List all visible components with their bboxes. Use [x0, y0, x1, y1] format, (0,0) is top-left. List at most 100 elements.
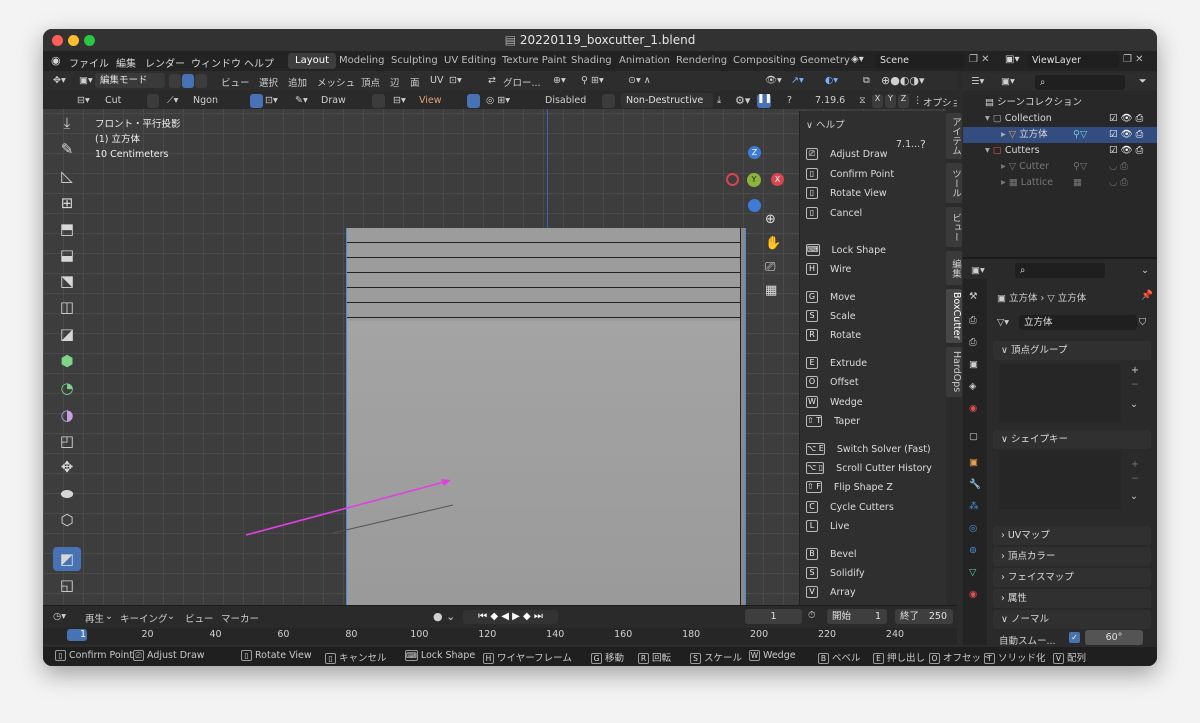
- inset-icon[interactable]: ⬓: [53, 243, 81, 267]
- output-tab-icon[interactable]: ⎙: [969, 337, 977, 348]
- end-frame-field[interactable]: 終了 250: [895, 609, 953, 624]
- origin-icon[interactable]: ⊡▾: [265, 95, 278, 106]
- cut-toggle-icon[interactable]: [147, 94, 159, 108]
- gizmo-z-axis[interactable]: Z: [748, 146, 761, 159]
- scene-tab-icon[interactable]: ◈: [969, 381, 976, 392]
- tab-compositing[interactable]: Compositing: [726, 53, 803, 69]
- outliner-row-cutter[interactable]: ▸ ▽ Cutter ⚲▽ ◡ ⎙: [963, 159, 1157, 175]
- visibility-checkbox[interactable]: ☑ 👁 ⎙: [1109, 111, 1143, 127]
- edge-slide-icon[interactable]: ◰: [53, 429, 81, 453]
- snap-icon[interactable]: ⚲ ⊞▾: [581, 75, 604, 86]
- scene-collection-row[interactable]: ▤ シーンコレクション: [985, 95, 1157, 111]
- tab-animation[interactable]: Animation: [612, 53, 677, 69]
- pivot-icon[interactable]: ⊕▾: [553, 75, 566, 86]
- tab-rendering[interactable]: Rendering: [669, 53, 734, 69]
- uv-sync-icon[interactable]: ⊡▾: [449, 75, 462, 86]
- blender-logo-icon[interactable]: ◉: [51, 54, 61, 67]
- proportional-edit-icon[interactable]: ⊙▾ ∧: [628, 75, 651, 86]
- constraints-tab-icon[interactable]: ⊚: [969, 545, 977, 556]
- draw-pen-icon[interactable]: ✎▾: [295, 95, 308, 106]
- shear-icon[interactable]: ⬬: [53, 482, 81, 506]
- object-tab-icon[interactable]: ▣: [969, 457, 978, 468]
- lattice-visibility-icons[interactable]: ◡ ⎙: [1109, 175, 1128, 191]
- download-icon[interactable]: ⤓: [717, 95, 721, 106]
- mesh-symmetry-icon[interactable]: ⋮: [913, 95, 923, 106]
- menu-edit[interactable]: 編集: [116, 55, 136, 70]
- hardops-tool-icon[interactable]: ◱: [53, 573, 81, 597]
- boolean-solver[interactable]: Disabled: [545, 95, 586, 106]
- loop-cut-icon[interactable]: ◫: [53, 295, 81, 319]
- playback-controls[interactable]: ⏮ ◆ ◀ ▶ ◆ ⏭: [463, 610, 558, 624]
- remove-shape-key-icon[interactable]: −: [1131, 473, 1139, 484]
- scene-icon[interactable]: ◈▾: [851, 54, 864, 65]
- menu-mesh[interactable]: メッシュ: [317, 75, 355, 89]
- options-menu[interactable]: オプション: [923, 95, 957, 109]
- shape-key-menu-icon[interactable]: ⌄: [1130, 491, 1138, 502]
- ngon-shape-icon[interactable]: ⟋▾: [167, 95, 178, 106]
- menu-add[interactable]: 追加: [288, 75, 307, 89]
- mode-selector[interactable]: 編集モード: [95, 73, 165, 88]
- tab-item[interactable]: アイテム: [946, 113, 962, 159]
- modifier-tab-icon[interactable]: 🔧: [969, 479, 981, 490]
- tab-uv-editing[interactable]: UV Editing: [437, 53, 503, 69]
- outliner-search-input[interactable]: ⌕: [1035, 75, 1125, 90]
- add-vertex-group-icon[interactable]: +: [1131, 365, 1139, 376]
- tab-hardops[interactable]: HardOps: [946, 347, 962, 397]
- destructive-mode-selector[interactable]: Non-Destructive: [621, 93, 713, 108]
- timeline-editor-icon[interactable]: ◷▾: [53, 611, 66, 622]
- particles-tab-icon[interactable]: ⁂: [969, 501, 979, 512]
- remove-vertex-group-icon[interactable]: −: [1131, 379, 1139, 390]
- align-mode[interactable]: View: [419, 95, 442, 106]
- menu-select[interactable]: 選択: [259, 75, 278, 89]
- help-circle-icon[interactable]: ?: [920, 138, 926, 151]
- mesh-datablock-icon[interactable]: ▽▾: [997, 317, 1009, 328]
- gizmo-toggle-icon[interactable]: ↗▾: [791, 75, 804, 86]
- vertex-group-menu-icon[interactable]: ⌄: [1130, 399, 1138, 410]
- camera-icon[interactable]: ⎚: [765, 260, 775, 275]
- shrink-fatten-icon[interactable]: ✥: [53, 455, 81, 479]
- ortho-grid-icon[interactable]: ▦: [765, 283, 777, 298]
- tab-geometry[interactable]: Geometry: [793, 53, 857, 69]
- grid-snap-icon[interactable]: [467, 94, 480, 108]
- shading-mode-icons[interactable]: ⊕●◐◑▾: [881, 74, 925, 87]
- section-shape-keys[interactable]: ∨ シェイプキー: [993, 430, 1151, 449]
- visibility-icon[interactable]: 👁▾: [765, 75, 782, 86]
- gizmo-x-axis[interactable]: X: [771, 173, 784, 186]
- align-icon[interactable]: ⊟▾: [393, 95, 406, 106]
- tab-texture-paint[interactable]: Texture Paint: [495, 53, 574, 69]
- tab-layout[interactable]: Layout: [288, 53, 336, 69]
- vertex-groups-list[interactable]: [999, 364, 1121, 422]
- render-tab-icon[interactable]: ⎙: [969, 315, 977, 326]
- draw-tool-icon[interactable]: ✎: [53, 137, 81, 161]
- transform-pivot-icon[interactable]: ✥▾: [53, 75, 66, 86]
- auto-smooth-angle-field[interactable]: 60°: [1085, 630, 1143, 645]
- xray-icon[interactable]: ⧉: [863, 75, 870, 86]
- display-mode-icon[interactable]: ▣▾: [1001, 76, 1015, 87]
- tab-shading[interactable]: Shading: [564, 53, 619, 69]
- section-face-maps[interactable]: › フェイスマップ: [993, 568, 1151, 587]
- pan-hand-icon[interactable]: ✋: [765, 236, 781, 251]
- menu-view[interactable]: ビュー: [221, 75, 250, 89]
- menu-keying[interactable]: キーイング: [120, 611, 168, 625]
- apply-icon[interactable]: [602, 94, 615, 108]
- settings-gear-icon[interactable]: ⚙▾: [735, 94, 750, 107]
- view-layer-icon[interactable]: ▣▾: [1005, 54, 1019, 65]
- tab-boxcutter[interactable]: BoxCutter: [946, 289, 962, 343]
- cut-operation[interactable]: Cut: [105, 95, 121, 106]
- menu-render[interactable]: レンダー: [145, 55, 185, 70]
- rip-icon[interactable]: ⬡: [53, 508, 81, 532]
- add-cube-icon[interactable]: ⊞: [53, 191, 81, 215]
- physics-tab-icon[interactable]: ◎: [969, 523, 977, 534]
- tab-tool[interactable]: ツール: [946, 163, 962, 203]
- cutter-visibility-icons[interactable]: ◡ ⎙: [1109, 159, 1128, 175]
- section-normals[interactable]: ∨ ノーマル: [993, 610, 1151, 629]
- world-tab-icon[interactable]: ◉: [969, 403, 977, 414]
- extrude-icon[interactable]: ⬒: [53, 217, 81, 241]
- tab-edit[interactable]: 編集: [946, 251, 962, 285]
- record-keyframe-icon[interactable]: ● ⌄: [433, 610, 455, 623]
- tab-modeling[interactable]: Modeling: [332, 53, 392, 69]
- properties-editor-icon[interactable]: ▣▾: [971, 265, 985, 276]
- help-icon[interactable]: ?: [787, 95, 792, 106]
- current-frame-field[interactable]: 1: [745, 609, 802, 624]
- scene-selector[interactable]: Scene: [875, 53, 965, 68]
